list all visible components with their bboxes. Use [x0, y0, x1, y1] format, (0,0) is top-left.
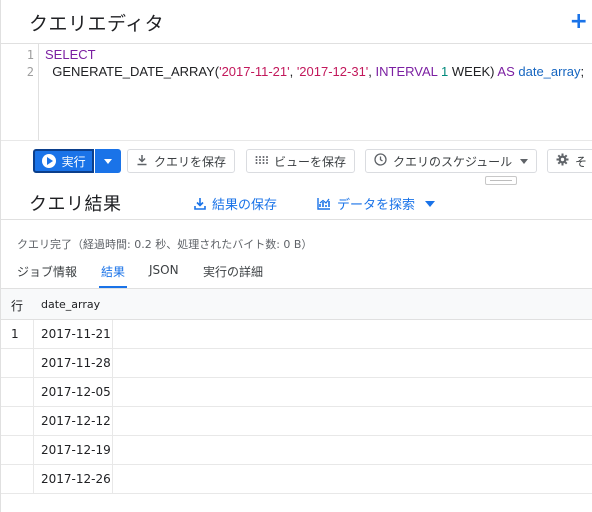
column-header-date-array: date_array — [41, 298, 101, 311]
table-header: 行 date_array — [1, 288, 592, 320]
download-icon — [136, 154, 148, 169]
date-value: 2017-12-26 — [41, 472, 111, 486]
table-row: 2017-12-12 — [1, 407, 592, 436]
code-token: '2017-12-31' — [296, 64, 369, 79]
save-view-label: ビューを保存 — [274, 154, 347, 169]
save-view-button[interactable]: ビューを保存 — [246, 149, 356, 173]
row-number-cell — [1, 436, 33, 465]
line-number: 2 — [26, 65, 34, 79]
code-token: AS — [497, 64, 515, 79]
chevron-down-icon — [425, 200, 436, 207]
row-number-cell — [1, 349, 33, 378]
bigquery-page: クエリエディタ + ク 1 2 SELECT GENERATE_DATE_ARR… — [0, 0, 592, 512]
date-array-cell[interactable]: 2017-11-21 — [33, 320, 113, 349]
date-array-cell[interactable]: 2017-12-26 — [33, 465, 113, 494]
date-array-cell[interactable]: 2017-12-05 — [33, 378, 113, 407]
table-row: 2017-12-19 — [1, 436, 592, 465]
code-token: INTERVAL — [375, 64, 438, 79]
clock-icon — [374, 153, 387, 169]
date-array-cell[interactable]: 2017-12-12 — [33, 407, 113, 436]
chevron-down-icon — [520, 158, 529, 164]
run-button-group: 実行 — [33, 149, 121, 173]
tab-results[interactable]: 結果 — [101, 263, 125, 280]
results-header: クエリ結果 結果の保存 データを探索 — [1, 184, 592, 220]
row-number-cell: 1 — [1, 320, 33, 349]
grid-icon — [255, 154, 268, 168]
run-options-dropdown[interactable] — [95, 149, 121, 173]
code-line: SELECT — [45, 47, 96, 62]
save-download-icon — [194, 197, 206, 210]
editor-title: クエリエディタ — [29, 13, 165, 35]
code-token: GENERATE_DATE_ARRAY( — [45, 64, 220, 79]
date-value: 2017-12-05 — [41, 385, 111, 399]
save-query-button[interactable]: クエリを保存 — [127, 149, 236, 173]
play-icon — [41, 154, 56, 168]
results-title: クエリ結果 — [29, 194, 122, 215]
row-number-cell — [1, 465, 33, 494]
query-status: クエリ完了（経過時間: 0.2 秒、処理されたバイト数: 0 B） — [17, 238, 313, 251]
schedule-label: クエリのスケジュール — [393, 154, 513, 169]
code-token: SELECT — [45, 47, 96, 62]
row-number-cell — [1, 378, 33, 407]
table-row: 2017-12-05 — [1, 378, 592, 407]
code-token: , — [368, 64, 376, 79]
date-value: 2017-12-12 — [41, 414, 111, 428]
line-number: 1 — [26, 48, 34, 62]
results-table: 行 date_array 1 2017-11-21 2017-11-28 2017-1… — [1, 288, 592, 494]
row-number: 1 — [11, 327, 19, 341]
schedule-query-button[interactable]: クエリのスケジュール — [365, 149, 538, 173]
date-value: 2017-12-19 — [41, 443, 111, 457]
table-row: 2017-11-28 — [1, 349, 592, 378]
column-header-row: 行 — [11, 299, 24, 313]
gear-icon — [556, 153, 569, 169]
table-row: 2017-12-26 — [1, 465, 592, 494]
code-token: WEEK) — [448, 64, 498, 79]
code-line: GENERATE_DATE_ARRAY('2017-11-21', '2017-… — [45, 64, 584, 79]
explore-data-button[interactable]: データを探索 — [317, 194, 436, 213]
line-number-gutter: 1 2 — [1, 44, 39, 140]
explore-label: データを探索 — [337, 198, 416, 213]
editor-header: クエリエディタ + ク — [1, 0, 592, 44]
date-value: 2017-11-21 — [41, 327, 111, 341]
table-row: 1 2017-11-21 — [1, 320, 592, 349]
more-button[interactable]: そ — [547, 149, 592, 173]
date-value: 2017-11-28 — [41, 356, 111, 370]
code-token: ; — [580, 64, 585, 79]
row-number-cell — [1, 407, 33, 436]
run-label: 実行 — [61, 154, 86, 169]
results-tabs: ジョブ情報 結果 JSON 実行の詳細 — [1, 258, 592, 288]
code-token: , — [289, 64, 297, 79]
compose-new-query-button[interactable]: + ク — [569, 8, 592, 34]
code-token: '2017-11-21' — [219, 64, 290, 79]
tab-json[interactable]: JSON — [149, 263, 179, 277]
run-button[interactable]: 実行 — [33, 149, 95, 173]
date-array-cell[interactable]: 2017-11-28 — [33, 349, 113, 378]
query-toolbar: 実行 クエリを保存 ビューを保存 クエリのスケジュール そ — [1, 140, 592, 180]
more-label: そ — [575, 154, 588, 169]
chart-icon — [317, 197, 331, 210]
plus-icon: + — [569, 8, 588, 34]
tab-execution-details[interactable]: 実行の詳細 — [203, 263, 263, 280]
tab-job-info[interactable]: ジョブ情報 — [17, 263, 77, 280]
code-token: date_array — [518, 64, 581, 79]
sql-code-editor[interactable]: 1 2 SELECT GENERATE_DATE_ARRAY('2017-11-… — [1, 44, 592, 140]
save-query-label: クエリを保存 — [154, 154, 227, 169]
save-results-button[interactable]: 結果の保存 — [194, 194, 277, 213]
date-array-cell[interactable]: 2017-12-19 — [33, 436, 113, 465]
save-results-label: 結果の保存 — [212, 198, 278, 213]
table-body: 1 2017-11-21 2017-11-28 2017-12-05 2017-12-1… — [1, 320, 592, 494]
